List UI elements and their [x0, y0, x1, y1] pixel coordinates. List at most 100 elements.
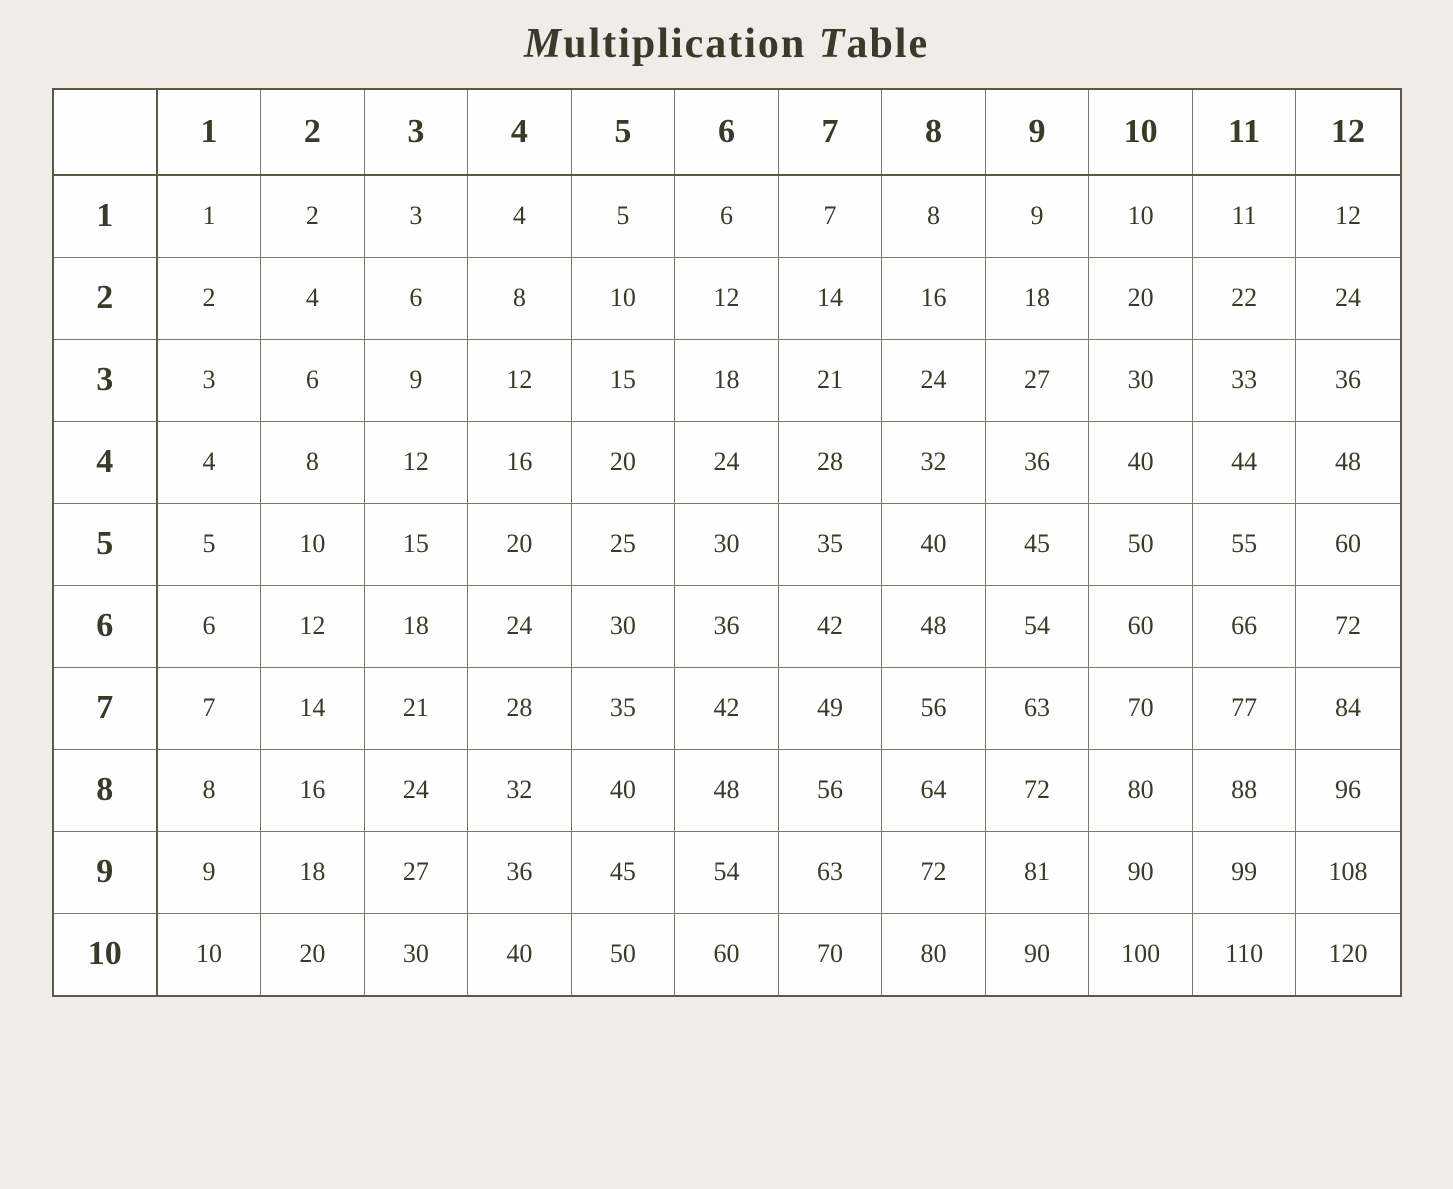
- cell-2-6: 12: [675, 257, 779, 339]
- cell-7-7: 49: [778, 667, 882, 749]
- cell-6-12: 72: [1296, 585, 1400, 667]
- cell-6-9: 54: [985, 585, 1089, 667]
- cell-1-1: 1: [157, 175, 261, 257]
- cell-5-5: 25: [571, 503, 675, 585]
- cell-2-7: 14: [778, 257, 882, 339]
- cell-8-8: 64: [882, 749, 986, 831]
- cell-8-4: 32: [468, 749, 572, 831]
- cell-3-1: 3: [157, 339, 261, 421]
- cell-1-7: 7: [778, 175, 882, 257]
- cell-2-9: 18: [985, 257, 1089, 339]
- cell-8-12: 96: [1296, 749, 1400, 831]
- cell-8-1: 8: [157, 749, 261, 831]
- row-header-7: 7: [54, 667, 158, 749]
- cell-7-5: 35: [571, 667, 675, 749]
- multiplication-table-container: 1234567891011121123456789101112224681012…: [52, 88, 1402, 997]
- cell-5-7: 35: [778, 503, 882, 585]
- cell-5-2: 10: [261, 503, 365, 585]
- cell-9-1: 9: [157, 831, 261, 913]
- row-header-6: 6: [54, 585, 158, 667]
- cell-8-7: 56: [778, 749, 882, 831]
- table-row: 771421283542495663707784: [54, 667, 1400, 749]
- title-first-letter: M: [524, 21, 563, 67]
- cell-3-3: 9: [364, 339, 468, 421]
- cell-2-10: 20: [1089, 257, 1193, 339]
- col-header-9: 9: [985, 90, 1089, 175]
- cell-6-1: 6: [157, 585, 261, 667]
- cell-7-11: 77: [1192, 667, 1296, 749]
- cell-1-11: 11: [1192, 175, 1296, 257]
- table-row: 9918273645546372819099108: [54, 831, 1400, 913]
- cell-7-3: 21: [364, 667, 468, 749]
- cell-9-9: 81: [985, 831, 1089, 913]
- cell-6-10: 60: [1089, 585, 1193, 667]
- cell-4-2: 8: [261, 421, 365, 503]
- cell-4-7: 28: [778, 421, 882, 503]
- cell-9-8: 72: [882, 831, 986, 913]
- cell-9-3: 27: [364, 831, 468, 913]
- table-row: 224681012141618202224: [54, 257, 1400, 339]
- cell-10-2: 20: [261, 913, 365, 995]
- cell-1-4: 4: [468, 175, 572, 257]
- table-row: 10102030405060708090100110120: [54, 913, 1400, 995]
- cell-1-12: 12: [1296, 175, 1400, 257]
- cell-10-1: 10: [157, 913, 261, 995]
- cell-2-2: 4: [261, 257, 365, 339]
- col-header-7: 7: [778, 90, 882, 175]
- cell-6-7: 42: [778, 585, 882, 667]
- cell-2-12: 24: [1296, 257, 1400, 339]
- cell-6-4: 24: [468, 585, 572, 667]
- cell-4-11: 44: [1192, 421, 1296, 503]
- row-header-4: 4: [54, 421, 158, 503]
- cell-5-11: 55: [1192, 503, 1296, 585]
- cell-10-5: 50: [571, 913, 675, 995]
- cell-7-8: 56: [882, 667, 986, 749]
- page-title: Multiplication Table: [524, 20, 929, 68]
- cell-3-7: 21: [778, 339, 882, 421]
- cell-4-4: 16: [468, 421, 572, 503]
- col-header-1: 1: [157, 90, 261, 175]
- cell-10-4: 40: [468, 913, 572, 995]
- cell-3-4: 12: [468, 339, 572, 421]
- cell-8-5: 40: [571, 749, 675, 831]
- col-header-5: 5: [571, 90, 675, 175]
- cell-2-4: 8: [468, 257, 572, 339]
- cell-3-6: 18: [675, 339, 779, 421]
- cell-7-10: 70: [1089, 667, 1193, 749]
- cell-9-11: 99: [1192, 831, 1296, 913]
- cell-5-4: 20: [468, 503, 572, 585]
- cell-3-11: 33: [1192, 339, 1296, 421]
- cell-10-7: 70: [778, 913, 882, 995]
- cell-10-3: 30: [364, 913, 468, 995]
- cell-8-10: 80: [1089, 749, 1193, 831]
- cell-5-3: 15: [364, 503, 468, 585]
- cell-5-1: 5: [157, 503, 261, 585]
- cell-3-5: 15: [571, 339, 675, 421]
- cell-4-10: 40: [1089, 421, 1193, 503]
- row-header-3: 3: [54, 339, 158, 421]
- cell-9-2: 18: [261, 831, 365, 913]
- table-row: 3369121518212427303336: [54, 339, 1400, 421]
- cell-9-4: 36: [468, 831, 572, 913]
- cell-3-10: 30: [1089, 339, 1193, 421]
- cell-10-11: 110: [1192, 913, 1296, 995]
- cell-6-11: 66: [1192, 585, 1296, 667]
- col-header-11: 11: [1192, 90, 1296, 175]
- cell-7-1: 7: [157, 667, 261, 749]
- cell-6-5: 30: [571, 585, 675, 667]
- cell-3-2: 6: [261, 339, 365, 421]
- cell-1-6: 6: [675, 175, 779, 257]
- cell-7-6: 42: [675, 667, 779, 749]
- cell-6-6: 36: [675, 585, 779, 667]
- table-row: 44812162024283236404448: [54, 421, 1400, 503]
- cell-9-5: 45: [571, 831, 675, 913]
- cell-4-12: 48: [1296, 421, 1400, 503]
- title-rest: ultiplication Table: [563, 21, 929, 67]
- cell-10-6: 60: [675, 913, 779, 995]
- cell-7-4: 28: [468, 667, 572, 749]
- cell-4-9: 36: [985, 421, 1089, 503]
- cell-3-9: 27: [985, 339, 1089, 421]
- cell-8-11: 88: [1192, 749, 1296, 831]
- cell-2-11: 22: [1192, 257, 1296, 339]
- cell-9-10: 90: [1089, 831, 1193, 913]
